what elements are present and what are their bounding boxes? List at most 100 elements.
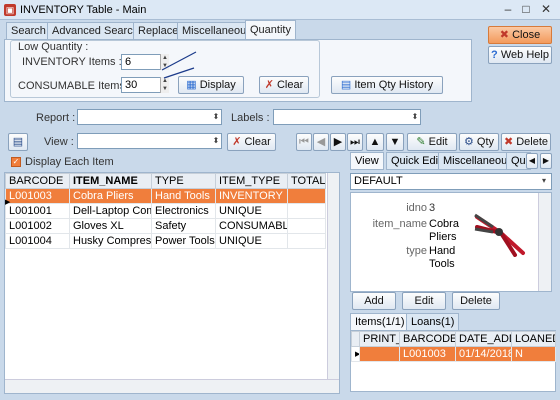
sub-column-barcode[interactable]: BARCODE [399, 331, 456, 347]
tab-search[interactable]: Search [6, 22, 51, 39]
table-row[interactable]: L001001Dell-Laptop CompElectronicsUNIQUE [5, 203, 326, 219]
column-header-type[interactable]: TYPE [151, 173, 216, 189]
sub-delete-button[interactable]: Delete [452, 292, 500, 310]
cell-item-type: UNIQUE [215, 203, 288, 219]
web-help-button[interactable]: ? Web Help [488, 46, 552, 64]
sub-column-loaned[interactable]: LOANED [511, 331, 556, 347]
tab-scroll-right-icon[interactable]: ▶ [540, 153, 552, 169]
sub-column-indicator [351, 331, 360, 347]
detail-panel: View Quick Edit Miscellaneous Qu ◀ ▶ DEF… [350, 152, 556, 392]
display-each-item-label: Display Each Item [25, 156, 114, 168]
cell-item-name: Dell-Laptop Comp [69, 203, 152, 219]
sub-grid: PRINT_I BARCODE DATE_ADDI LOANED ▶ L0010… [350, 330, 556, 392]
detail-tab-view[interactable]: View [350, 152, 384, 170]
cell-total [287, 218, 326, 234]
view-name-select[interactable]: DEFAULT [350, 173, 552, 190]
cell-item-type: INVENTORY [215, 188, 288, 204]
cell-barcode: L001001 [5, 203, 70, 219]
minimize-icon[interactable]: – [500, 2, 516, 17]
help-icon: ? [491, 49, 498, 61]
record-view-scrollbar[interactable] [538, 193, 551, 291]
cell-total [287, 188, 326, 204]
sub-edit-button[interactable]: Edit [402, 292, 446, 310]
view-clear-button[interactable]: ✗ Clear [227, 133, 276, 151]
cell-type: Hand Tools [151, 188, 216, 204]
inventory-app-icon: ▣ [4, 4, 16, 16]
cell-type: Power Tools [151, 233, 216, 249]
display-icon: ▦ [186, 79, 197, 91]
window-title: INVENTORY Table - Main [20, 4, 147, 16]
items-grid: BARCODE ITEM_NAME TYPE ITEM_TYPE TOTAL_ … [4, 172, 340, 394]
cell-total [287, 203, 326, 219]
clear-button[interactable]: ✗ Clear [259, 76, 309, 94]
history-icon: ▤ [340, 79, 352, 91]
cell-item-name: Cobra Pliers [69, 188, 152, 204]
sub-cell-loaned: N [511, 346, 556, 362]
table-row[interactable]: L001003 Cobra Pliers Hand Tools INVENTORY [5, 188, 326, 204]
sub-cell-date-added: 01/14/2018 [455, 346, 512, 362]
close-window-icon[interactable]: ✕ [538, 2, 554, 17]
cell-barcode: L001003 [5, 188, 70, 204]
field-label-type: type [406, 245, 427, 257]
cell-item-name: Husky Compresso [69, 233, 152, 249]
grid-vertical-scrollbar[interactable] [327, 173, 339, 379]
cell-item-type: CONSUMABLE [215, 218, 288, 234]
sub-column-print[interactable]: PRINT_I [359, 331, 400, 347]
tab-scroll-left-icon[interactable]: ◀ [526, 153, 538, 169]
cell-barcode: L001002 [5, 218, 70, 234]
view-label: View : [44, 136, 74, 148]
sub-tab-loans[interactable]: Loans(1) [406, 313, 460, 331]
table-row[interactable]: L001004Husky CompressoPower ToolsUNIQUE [5, 233, 326, 249]
report-label: Report : [36, 112, 76, 124]
field-label-item-name: item_name [372, 218, 427, 230]
column-header-item-type[interactable]: ITEM_TYPE [215, 173, 288, 189]
move-up-icon[interactable]: ▲ [366, 133, 384, 151]
delete-button[interactable]: ✖ Delete [501, 133, 551, 151]
inventory-items-label: INVENTORY Items : [22, 56, 122, 68]
row-pointer-icon: ▶ [5, 199, 11, 206]
cell-item-type: UNIQUE [215, 233, 288, 249]
tab-advanced-search[interactable]: Advanced Search [47, 22, 144, 39]
close-button[interactable]: ✖ Close [488, 26, 552, 44]
field-value-item-name: Cobra Pliers [429, 218, 459, 243]
next-record-icon[interactable]: ▶ [330, 133, 346, 151]
sub-column-date-added[interactable]: DATE_ADDI [455, 331, 512, 347]
view-dropdown-icon[interactable]: ⬍ [211, 134, 221, 148]
labels-label: Labels : [231, 112, 270, 124]
maximize-icon[interactable]: □ [518, 2, 534, 17]
grid-horizontal-scrollbar[interactable] [5, 379, 339, 393]
grid-settings-icon[interactable]: ▤ [8, 133, 28, 151]
qty-button[interactable]: ⚙ Qty [459, 133, 499, 151]
cell-type: Electronics [151, 203, 216, 219]
edit-button[interactable]: ✎ Edit [407, 133, 457, 151]
labels-select[interactable] [273, 109, 421, 125]
column-header-total[interactable]: TOTAL_ [287, 173, 326, 189]
edit-icon: ✎ [416, 136, 426, 148]
sub-add-button[interactable]: Add [352, 292, 396, 310]
last-record-icon[interactable]: ⏭ [347, 133, 363, 151]
field-value-idno: 3 [429, 202, 436, 214]
view-name-dropdown-icon[interactable]: ▾ [539, 174, 549, 188]
display-each-item-checkbox[interactable]: ✓ [11, 157, 21, 167]
column-header-barcode[interactable]: BARCODE [5, 173, 70, 189]
view-select[interactable] [77, 133, 222, 149]
item-qty-history-button[interactable]: ▤ Item Qty History [331, 76, 443, 94]
record-view-area: idno 3 item_name Cobra Pliers type Hand … [350, 192, 552, 292]
first-record-icon[interactable]: ⏮ [296, 133, 312, 151]
move-down-icon[interactable]: ▼ [386, 133, 404, 151]
sub-table-row[interactable]: ▶ L001003 01/14/2018 N [351, 346, 556, 362]
row-pointer-icon: ▶ [351, 346, 360, 362]
report-dropdown-icon[interactable]: ⬍ [211, 110, 221, 124]
tab-replace[interactable]: Replace [133, 22, 184, 39]
table-row[interactable]: L001002Gloves XLSafetyCONSUMABLE [5, 218, 326, 234]
column-header-item-name[interactable]: ITEM_NAME [69, 173, 152, 189]
labels-dropdown-icon[interactable]: ⬍ [410, 110, 420, 124]
tab-quantity[interactable]: Quantity [245, 20, 296, 40]
sub-tab-items[interactable]: Items(1/1) [350, 313, 410, 331]
report-select[interactable] [77, 109, 222, 125]
prev-record-icon[interactable]: ◀ [313, 133, 329, 151]
qty-icon: ⚙ [463, 136, 474, 148]
clear-icon: ✗ [264, 79, 274, 91]
grid-header-row: BARCODE ITEM_NAME TYPE ITEM_TYPE TOTAL_ [5, 173, 326, 189]
display-button[interactable]: ▦ Display [178, 76, 244, 94]
